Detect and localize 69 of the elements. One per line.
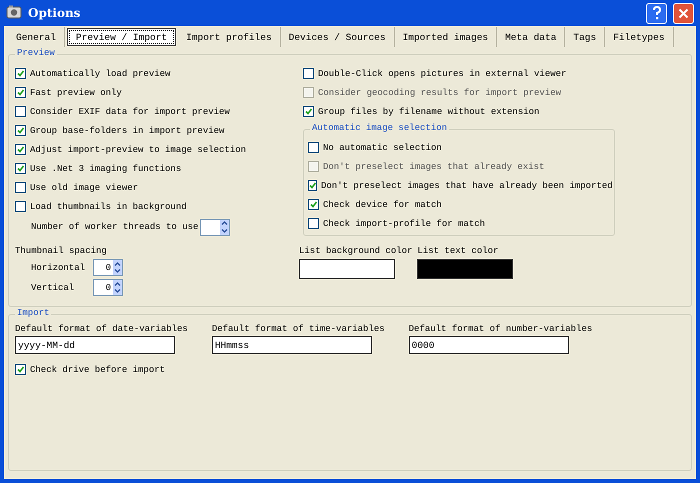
text-field[interactable]: HHmmss — [212, 336, 372, 354]
checkbox-label: Don't preselect images that have already been imported — [321, 180, 613, 190]
checkbox-label: Use old image viewer — [30, 182, 138, 192]
checkbox[interactable] — [15, 201, 26, 212]
checkbox-label: Check device for match — [323, 200, 442, 210]
color-swatch[interactable] — [299, 259, 395, 279]
text-field[interactable]: 0000 — [408, 336, 569, 354]
close-icon — [678, 8, 689, 18]
window-title: Options — [28, 6, 80, 20]
tab[interactable]: Meta data — [497, 27, 566, 47]
group-title: Preview — [15, 48, 57, 58]
text-field[interactable]: yyyy-MM-dd — [15, 336, 175, 354]
section-label: Thumbnail spacing — [15, 246, 108, 256]
field-label: Default format of time-variables — [212, 324, 385, 334]
checkbox[interactable] — [15, 163, 26, 174]
field-label: Default format of date-variables — [15, 324, 188, 334]
checkbox-label: Use .Net 3 imaging functions — [30, 164, 182, 174]
tab[interactable]: Imported images — [394, 27, 498, 47]
tab[interactable]: Devices / Sources — [280, 27, 395, 47]
tab[interactable]: Preview / Import — [66, 28, 176, 46]
checkbox[interactable] — [308, 218, 319, 229]
color-swatch[interactable] — [417, 259, 514, 279]
field-label: Horizontal — [31, 262, 86, 272]
checkbox[interactable] — [15, 125, 26, 136]
group-title: Import — [15, 308, 52, 318]
spin-box[interactable]: 0 — [93, 259, 123, 276]
spin-box[interactable]: 0 — [93, 279, 123, 296]
field-label: List text color — [417, 246, 500, 256]
checkbox-label: Check import-profile for match — [323, 218, 486, 228]
field-label: Default format of number-variables — [408, 324, 592, 334]
window-icon — [6, 4, 22, 22]
checkbox[interactable] — [308, 180, 317, 191]
checkbox[interactable] — [308, 142, 319, 153]
checkbox-label: Double-Click opens pictures in external viewer — [318, 68, 566, 78]
field-label: Vertical — [31, 282, 76, 292]
checkbox[interactable] — [15, 364, 26, 375]
checkbox-label: No automatic selection — [323, 142, 442, 152]
checkbox[interactable] — [303, 106, 314, 117]
checkbox-label: Don't preselect images that already exist — [323, 162, 544, 172]
spin-arrows-icon[interactable] — [220, 220, 230, 234]
spin-arrows-icon[interactable] — [113, 280, 122, 295]
spin-box[interactable] — [200, 218, 230, 236]
close-button[interactable] — [673, 2, 694, 24]
checkbox-label: Check drive before import — [30, 364, 166, 374]
checkbox-label: Adjust import-preview to image selection — [30, 144, 246, 154]
tab[interactable]: Filetypes — [605, 27, 674, 47]
checkbox-label: Group files by filename without extension — [318, 106, 540, 116]
checkbox[interactable] — [15, 144, 26, 155]
checkbox[interactable] — [15, 68, 26, 79]
tab[interactable]: Import profiles — [178, 27, 281, 47]
checkbox[interactable] — [15, 106, 26, 117]
checkbox-label: Load thumbnails in background — [30, 202, 187, 212]
checkbox[interactable] — [303, 68, 314, 79]
field-label: List background color — [299, 246, 412, 256]
help-button[interactable] — [646, 2, 667, 24]
checkbox-label: Consider EXIF data for import preview — [30, 106, 230, 116]
checkbox-label: Group base-folders in import preview — [30, 126, 224, 136]
tab[interactable]: Tags — [565, 27, 606, 47]
checkbox[interactable] — [308, 199, 319, 210]
checkbox[interactable] — [15, 182, 26, 193]
help-icon — [652, 6, 662, 20]
tab[interactable]: General — [8, 27, 65, 47]
field-label: Number of worker threads to use — [31, 222, 198, 232]
checkbox[interactable] — [15, 87, 26, 98]
group-title: Automatic image selection — [310, 123, 450, 133]
checkbox-label: Automatically load preview — [30, 68, 170, 78]
checkbox-label: Fast preview only — [30, 88, 122, 98]
checkbox-label: Consider geocoding results for import preview — [318, 88, 562, 98]
spin-arrows-icon[interactable] — [113, 260, 122, 275]
